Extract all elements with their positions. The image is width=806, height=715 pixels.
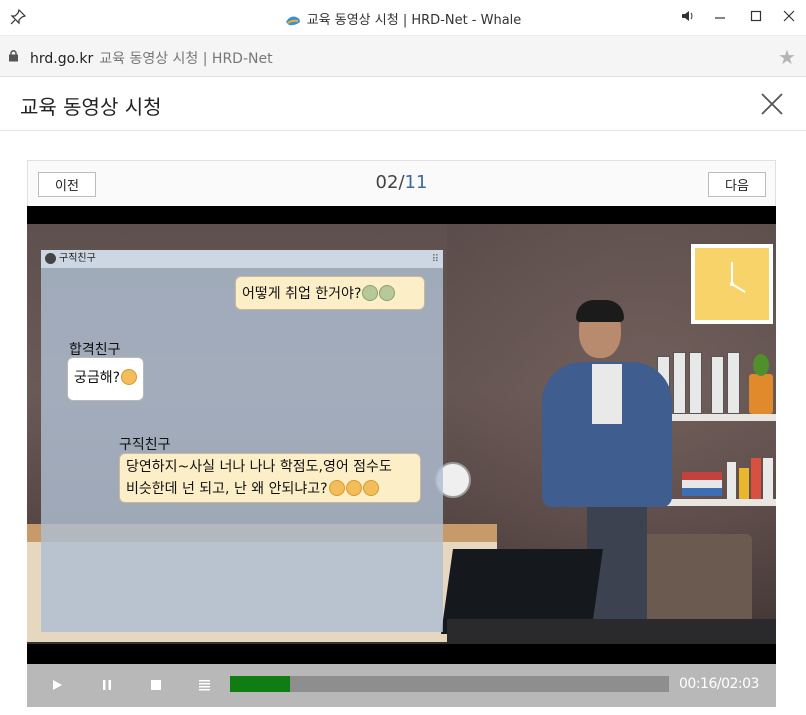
address-bar[interactable]: hrd.go.kr 교육 동영상 시청 | HRD-Net ★: [0, 36, 806, 77]
book: [763, 458, 773, 499]
window-close-button[interactable]: [772, 0, 806, 32]
smirk-emoji-icon: [121, 369, 138, 385]
stop-button[interactable]: [146, 675, 166, 695]
coffee-table: [447, 619, 776, 644]
pout-emoji-icon: [345, 480, 362, 496]
book: [751, 458, 761, 499]
maximize-button[interactable]: [739, 0, 773, 32]
play-icon: [53, 680, 62, 690]
dialog-title: 교육 동영상 시청: [20, 95, 162, 119]
progress-fill: [230, 676, 291, 692]
chat-bubble: 궁금해?: [67, 357, 145, 401]
pause-icon: [103, 680, 111, 690]
chat-bubble-top-text: 어떻게 취업 한거야?: [242, 286, 362, 302]
pout-emoji-icon: [362, 480, 379, 496]
current-page: 02: [375, 172, 399, 193]
total-time: 02:03: [721, 676, 759, 692]
total-pages: 11: [404, 172, 428, 193]
chat-menu-icon: ⠿: [431, 254, 439, 265]
window-title-text: 교육 동영상 시청 | HRD-Net - Whale: [306, 13, 522, 28]
stop-icon: [151, 680, 161, 690]
list-icon: [198, 680, 210, 691]
next-button[interactable]: 다음: [708, 172, 766, 197]
binder: [689, 352, 702, 414]
clock-hands-icon: [730, 262, 746, 293]
play-button[interactable]: [47, 675, 67, 695]
url-domain: hrd.go.kr: [30, 51, 94, 67]
player-controls: 00:16/02:03: [27, 664, 776, 707]
url-page-title: 교육 동영상 시청 | HRD-Net: [99, 51, 273, 67]
book: [682, 480, 722, 488]
whale-logo-icon: [285, 16, 300, 26]
worried-emoji-icon: [379, 285, 396, 301]
wall-clock: [691, 244, 773, 324]
book: [739, 468, 749, 499]
chat-bubble: 당연하지~사실 너나 나나 학점도,영어 점수도 비슷한데 넌 되고, 난 왜 …: [119, 453, 421, 503]
dialog-close-icon[interactable]: [758, 90, 786, 118]
playlist-button[interactable]: [194, 675, 214, 695]
video-player[interactable]: 구직친구 ⠿ 어떻게 취업 한거야? 합격친구 궁금해? 구직친구 당연하지~사…: [27, 206, 776, 664]
sound-icon[interactable]: [671, 0, 705, 32]
time-display: 00:16/02:03: [679, 676, 759, 692]
url-text[interactable]: hrd.go.kr 교육 동영상 시청 | HRD-Net: [30, 48, 273, 68]
chat-bubble-line: 당연하지~사실 너나 나나 학점도,영어 점수도: [126, 459, 392, 475]
chat-bubble-top: 어떻게 취업 한거야?: [235, 276, 425, 310]
chat-bubble-text: 궁금해?: [74, 370, 121, 386]
speaker-name: 구직친구: [119, 437, 171, 453]
binder: [673, 352, 686, 414]
person-hair: [576, 300, 624, 322]
chat-header-name: 구직친구: [59, 253, 96, 264]
video-frame: 구직친구 ⠿ 어떻게 취업 한거야? 합격친구 궁금해? 구직친구 당연하지~사…: [27, 224, 776, 644]
chat-header: 구직친구 ⠿: [41, 250, 443, 268]
progress-bar[interactable]: [230, 676, 669, 692]
plant: [753, 354, 769, 376]
book: [682, 472, 722, 480]
lock-icon: [9, 50, 18, 62]
book: [682, 488, 722, 496]
worried-emoji-icon: [362, 285, 379, 301]
binder: [711, 356, 724, 414]
chair: [637, 534, 752, 624]
dialog-header: 교육 동영상 시청: [0, 78, 806, 131]
shelf: [667, 414, 776, 421]
pause-button[interactable]: [97, 675, 117, 695]
bookmark-star-icon[interactable]: ★: [778, 45, 796, 69]
book: [727, 462, 736, 499]
minimize-button[interactable]: [703, 0, 737, 32]
plant-pot: [749, 374, 773, 414]
pout-emoji-icon: [328, 480, 345, 496]
chat-bubble-line: 비슷한데 넌 되고, 난 왜 안되냐고?: [126, 481, 328, 497]
binder: [727, 352, 740, 414]
slide-navigation: 이전 02/11 다음: [27, 160, 776, 206]
page-counter: 02/11: [28, 172, 775, 193]
speaker-name: 합격친구: [69, 342, 121, 358]
clock-face: [695, 248, 769, 320]
current-time: 00:16: [679, 676, 717, 692]
chat-avatar: [45, 253, 56, 264]
chat-overlay: 구직친구 ⠿ 어떻게 취업 한거야? 합격친구 궁금해? 구직친구 당연하지~사…: [41, 250, 443, 632]
window-titlebar: 교육 동영상 시청 | HRD-Net - Whale: [0, 0, 806, 36]
person-shirt: [592, 364, 622, 424]
